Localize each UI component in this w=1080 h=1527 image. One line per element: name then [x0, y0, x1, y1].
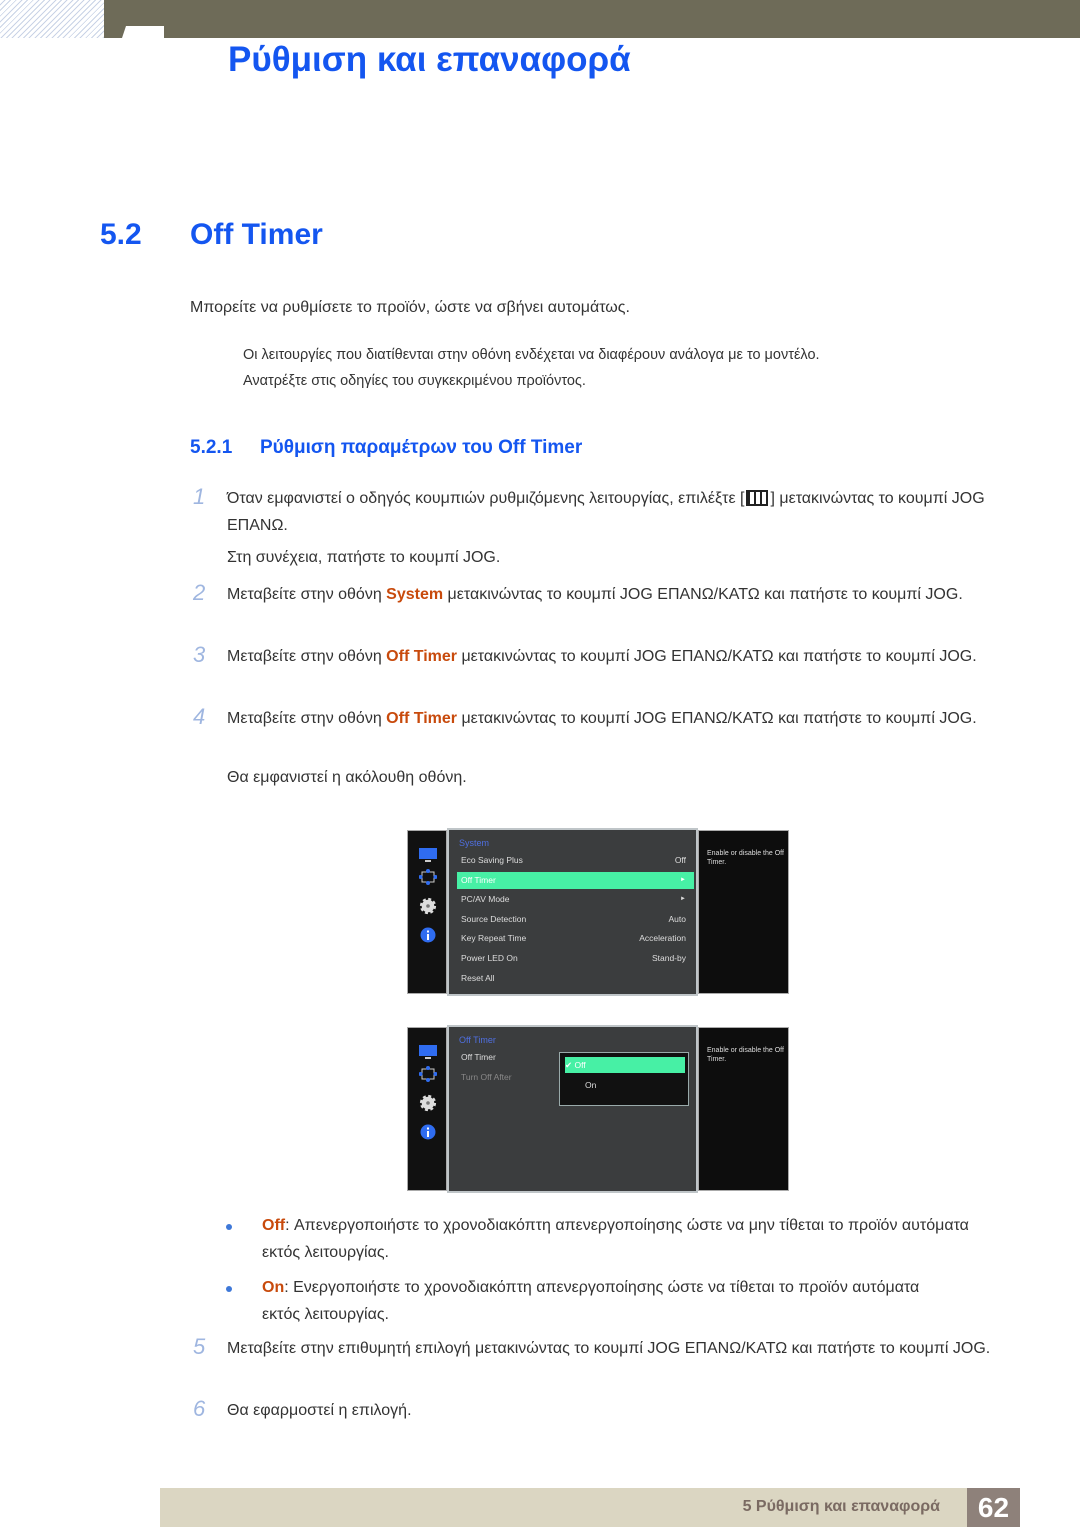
arrow-right-icon: ►: [680, 896, 686, 902]
item-value: Acceleration: [639, 933, 686, 943]
item-label: Power LED On: [461, 953, 518, 963]
intro-text: Μπορείτε να ρυθμίσετε το προϊόν, ώστε να…: [190, 299, 630, 316]
step-3-pre: Μεταβείτε στην οθόνη: [227, 648, 387, 665]
header-bar: [104, 0, 1080, 38]
step-number: 5: [193, 1334, 206, 1359]
osd-menu-item[interactable]: Key Repeat Time Acceleration: [457, 930, 694, 947]
bullet-icon: [226, 1286, 232, 1292]
section-number: 5.2: [100, 218, 142, 251]
step-2-text: Μεταβείτε στην οθόνη System μετακινώντας…: [227, 581, 997, 608]
bullet-icon: [226, 1224, 232, 1230]
item-label: Reset All: [461, 973, 495, 983]
arrow-right-icon: ►: [680, 877, 686, 883]
size-position-icon: [419, 869, 437, 885]
step-number: 1: [193, 484, 206, 509]
subsection-number: 5.2.1: [190, 437, 233, 458]
osd-system-menu: System Eco Saving Plus Off Off Timer ► PC/…: [407, 828, 789, 996]
bullet-off: Off: Απενεργοποιήστε το χρονοδιακόπτη απ…: [262, 1212, 992, 1266]
option-on[interactable]: On: [565, 1077, 685, 1093]
item-label: PC/AV Mode: [461, 894, 510, 904]
gear-icon: [419, 1094, 437, 1112]
step-3-post: μετακινώντας το κουμπί JOG ΕΠΑΝΩ/ΚΑΤΩ κα…: [457, 648, 977, 665]
step-number: 2: [193, 580, 206, 605]
picture-icon: [419, 1045, 437, 1059]
note-line-2: Ανατρέξτε στις οδηγίες του συγκεκριμένου…: [243, 373, 586, 389]
step-4-pre: Μεταβείτε στην οθόνη: [227, 710, 387, 727]
osd-menu-panel: System Eco Saving Plus Off Off Timer ► PC/…: [447, 828, 698, 996]
bullet-term: Off: [262, 1217, 286, 1234]
footer-chapter: 5 Ρύθμιση και επαναφορά: [742, 1498, 940, 1515]
step-6-text: Θα εφαρμοστεί η επιλογή.: [227, 1402, 412, 1419]
step-number: 3: [193, 642, 206, 667]
osd-menu-item-selected[interactable]: Off Timer ►: [457, 872, 694, 889]
header-hatch: [0, 0, 104, 38]
info-icon: [420, 927, 436, 943]
osd-menu-item[interactable]: Source Detection Auto: [457, 911, 694, 928]
bullet-on: On: Ενεργοποιήστε το χρονοδιακόπτη απενε…: [262, 1274, 942, 1328]
osd-menu-item[interactable]: PC/AV Mode ►: [457, 891, 694, 908]
gear-icon: [419, 897, 437, 915]
osd-menu-title: System: [459, 838, 490, 848]
step-2-highlight: System: [386, 586, 444, 603]
osd-menu-item[interactable]: Eco Saving Plus Off: [457, 852, 694, 869]
step-3-text: Μεταβείτε στην οθόνη Off Timer μετακινών…: [227, 643, 997, 670]
step-3-highlight: Off Timer: [386, 648, 457, 665]
info-icon: [420, 1124, 436, 1140]
osd-off-timer-menu: Off Timer Off Timer Turn Off After ✔ Off…: [407, 1025, 789, 1193]
option-off[interactable]: ✔ Off: [565, 1057, 685, 1073]
bullet-text: : Ενεργοποιήστε το χρονοδιακόπτη απενεργ…: [262, 1279, 920, 1323]
item-value: Auto: [668, 914, 687, 924]
subsection-title: 5.2.1 Ρύθμιση παραμέτρων του Off Timer: [190, 437, 582, 459]
section-name: Off Timer: [190, 218, 323, 251]
page-footer: 5 Ρύθμιση και επαναφορά 62: [160, 1488, 1020, 1527]
osd-help-text: Enable or disable the Off Timer.: [698, 830, 789, 994]
step-number: 6: [193, 1396, 206, 1421]
step-1-text: Όταν εμφανιστεί ο οδηγός κουμπιών ρυθμιζ…: [227, 485, 997, 539]
size-position-icon: [419, 1066, 437, 1082]
osd-icon-strip: [407, 830, 447, 994]
item-label: Key Repeat Time: [461, 933, 527, 943]
osd-option-popup: ✔ Off On: [559, 1052, 689, 1106]
menu-bars-icon: [746, 490, 769, 506]
section-title: 5.2 Off Timer: [100, 218, 323, 252]
item-label: Off Timer: [461, 1052, 496, 1062]
chapter-title: Ρύθμιση και επαναφορά: [228, 40, 631, 79]
step-1-extra: Στη συνέχεια, πατήστε το κουμπί JOG.: [227, 549, 501, 566]
page-number: 62: [967, 1488, 1020, 1527]
step-4-text: Μεταβείτε στην οθόνη Off Timer μετακινών…: [227, 705, 997, 732]
osd-help-text: Enable or disable the Off Timer.: [698, 1027, 789, 1191]
step-4-post: μετακινώντας το κουμπί JOG ΕΠΑΝΩ/ΚΑΤΩ κα…: [457, 710, 977, 727]
osd-menu-item[interactable]: Power LED On Stand-by: [457, 950, 694, 967]
osd-menu-panel: Off Timer Off Timer Turn Off After ✔ Off…: [447, 1025, 698, 1193]
subsection-name: Ρύθμιση παραμέτρων του Off Timer: [260, 437, 583, 458]
step-1-pre: Όταν εμφανιστεί ο οδηγός κουμπιών ρυθμιζ…: [227, 490, 745, 507]
picture-icon: [419, 848, 437, 862]
item-label: Eco Saving Plus: [461, 855, 523, 865]
item-label: Source Detection: [461, 914, 527, 924]
step-number: 4: [193, 704, 206, 729]
item-label: Turn Off After: [461, 1072, 512, 1082]
osd-menu-item[interactable]: Reset All: [457, 970, 694, 987]
item-label: Off Timer: [461, 875, 496, 885]
osd-menu-title: Off Timer: [459, 1035, 496, 1045]
note-line-1: Οι λειτουργίες που διατίθενται στην οθόν…: [243, 347, 820, 363]
step-5-text: Μεταβείτε στην επιθυμητή επιλογή μετακιν…: [227, 1340, 991, 1357]
step-4-extra: Θα εμφανιστεί η ακόλουθη οθόνη.: [227, 769, 467, 786]
step-2-pre: Μεταβείτε στην οθόνη: [227, 586, 387, 603]
step-2-post: μετακινώντας το κουμπί JOG ΕΠΑΝΩ/ΚΑΤΩ κα…: [443, 586, 963, 603]
step-4-highlight: Off Timer: [386, 710, 457, 727]
bullet-term: On: [262, 1279, 285, 1296]
bullet-text: : Απενεργοποιήστε το χρονοδιακόπτη απενε…: [262, 1217, 969, 1261]
item-value: Stand-by: [651, 953, 686, 963]
header-notch: [122, 26, 164, 38]
osd-icon-strip: [407, 1027, 447, 1191]
item-value: Off: [674, 855, 686, 865]
